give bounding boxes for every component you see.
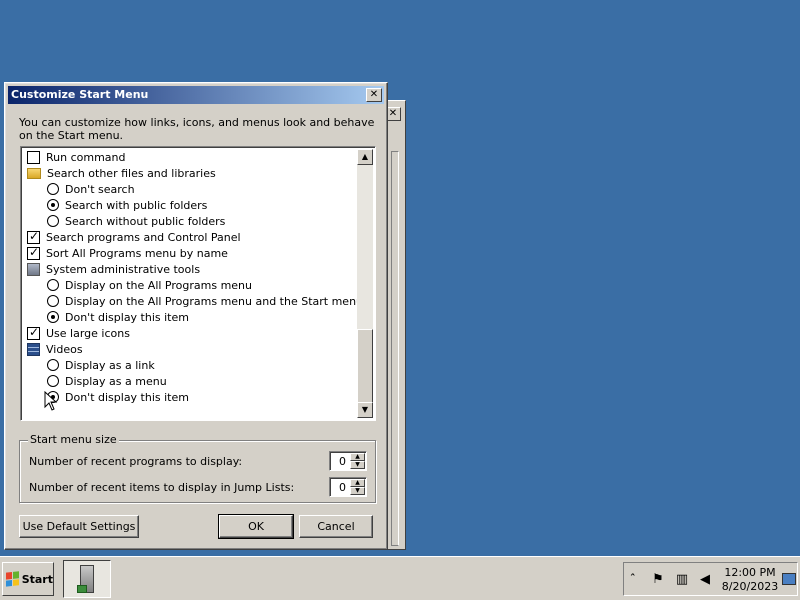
- radio-button[interactable]: [47, 279, 59, 291]
- arrow-up-icon: ▲: [361, 152, 369, 161]
- volume-muted-icon[interactable]: ◀: [697, 572, 713, 588]
- list-item-label: Videos: [46, 342, 83, 356]
- radio-item[interactable]: Search without public folders: [47, 213, 225, 229]
- radio-item[interactable]: Display as a link: [47, 357, 155, 373]
- list-item-label: Sort All Programs menu by name: [46, 246, 228, 260]
- list-item-label: Use large icons: [46, 326, 130, 340]
- background-dialog-panel: [391, 151, 399, 546]
- checkbox[interactable]: [27, 229, 40, 244]
- radio-button[interactable]: [47, 215, 59, 227]
- checkbox-item[interactable]: Search programs and Control Panel: [27, 229, 241, 245]
- action-center-flag-icon[interactable]: ⚑: [650, 572, 666, 588]
- radio-button[interactable]: [47, 183, 59, 195]
- radio-item[interactable]: Display on the All Programs menu and the…: [47, 293, 357, 309]
- taskbar-app-server-manager[interactable]: [63, 560, 111, 598]
- spin-up-button[interactable]: ▲: [350, 453, 365, 461]
- clock-time: 12:00 PM: [724, 566, 776, 579]
- folder-icon: [27, 167, 41, 179]
- checkbox[interactable]: [27, 245, 40, 260]
- options-list: Run command Search other files and librar…: [23, 149, 357, 418]
- radio-button[interactable]: [47, 295, 59, 307]
- start-button[interactable]: Start: [2, 562, 54, 596]
- checkbox[interactable]: [27, 150, 40, 164]
- recent-items-spinner[interactable]: 0 ▲ ▼: [329, 477, 367, 497]
- arrow-down-icon: ▼: [361, 405, 369, 414]
- radio-button[interactable]: [47, 199, 59, 211]
- list-item-label: Display on the All Programs menu: [65, 278, 252, 292]
- radio-item[interactable]: Don't display this item: [47, 309, 189, 325]
- customize-start-menu-dialog: Customize Start Menu ✕ You can customize…: [4, 82, 388, 550]
- radio-button[interactable]: [47, 359, 59, 371]
- group-title: Start menu size: [28, 433, 119, 446]
- list-item-label: Search with public folders: [65, 198, 208, 212]
- mouse-cursor-icon: [44, 391, 58, 411]
- radio-item[interactable]: Search with public folders: [47, 197, 207, 213]
- spin-down-button[interactable]: ▼: [350, 461, 365, 469]
- checkbox-item[interactable]: Use large icons: [27, 325, 130, 341]
- checkbox-item[interactable]: Run command: [27, 149, 126, 165]
- start-menu-size-group: Start menu size Number of recent program…: [19, 433, 376, 503]
- list-item-label: Don't search: [65, 182, 135, 196]
- network-icon[interactable]: ▥: [674, 572, 690, 588]
- checkbox[interactable]: [27, 325, 40, 340]
- scroll-up-button[interactable]: ▲: [357, 149, 373, 165]
- list-item-label: Display on the All Programs menu and the…: [65, 294, 357, 308]
- group-header: System administrative tools: [27, 261, 200, 277]
- use-default-settings-button[interactable]: Use Default Settings: [19, 515, 139, 538]
- list-item-label: Search without public folders: [65, 214, 226, 228]
- radio-item[interactable]: Display as a menu: [47, 373, 167, 389]
- recent-programs-spinner[interactable]: 0 ▲ ▼: [329, 451, 367, 471]
- radio-button[interactable]: [47, 311, 59, 323]
- dialog-description: You can customize how links, icons, and …: [19, 116, 375, 142]
- spin-up-button[interactable]: ▲: [350, 479, 365, 487]
- radio-item[interactable]: Display on the All Programs menu: [47, 277, 252, 293]
- checkbox-item[interactable]: Sort All Programs menu by name: [27, 245, 228, 261]
- clock[interactable]: 12:00 PM 8/20/2023: [720, 566, 780, 594]
- group-header: Search other files and libraries: [27, 165, 216, 181]
- list-scrollbar[interactable]: ▲ ▼: [357, 149, 373, 418]
- radio-item[interactable]: Don't display this item: [47, 389, 189, 405]
- title-bar[interactable]: Customize Start Menu ✕: [8, 86, 384, 104]
- close-button[interactable]: ✕: [366, 88, 382, 102]
- recent-items-value[interactable]: 0: [339, 481, 346, 494]
- list-item-label: Don't display this item: [65, 310, 189, 324]
- list-item-label: Display as a link: [65, 358, 155, 372]
- show-desktop-icon[interactable]: [782, 573, 796, 585]
- recent-programs-label: Number of recent programs to display:: [29, 455, 243, 468]
- options-listbox[interactable]: Run command Search other files and librar…: [20, 146, 376, 421]
- ok-button[interactable]: OK: [218, 514, 294, 539]
- server-manager-icon: [77, 565, 94, 593]
- taskbar: Start ˆ ⚑ ▥ ◀ 12:00 PM 8/20/2023: [0, 556, 800, 600]
- video-icon: [27, 342, 40, 356]
- list-item-label: System administrative tools: [46, 262, 201, 276]
- list-item-label: Don't display this item: [65, 390, 189, 404]
- dialog-title: Customize Start Menu: [11, 88, 149, 101]
- list-item-label: Search other files and libraries: [47, 166, 216, 180]
- spin-down-button[interactable]: ▼: [350, 487, 365, 495]
- clock-date: 8/20/2023: [721, 580, 779, 593]
- radio-button[interactable]: [47, 375, 59, 387]
- list-item-label: Run command: [46, 150, 126, 164]
- scroll-thumb[interactable]: [357, 329, 373, 403]
- tools-icon: [27, 262, 40, 276]
- radio-item[interactable]: Don't search: [47, 181, 135, 197]
- list-item-label: Search programs and Control Panel: [46, 230, 241, 244]
- system-tray: ˆ ⚑ ▥ ◀ 12:00 PM 8/20/2023: [623, 562, 798, 596]
- group-header: Videos: [27, 341, 83, 357]
- recent-programs-value[interactable]: 0: [339, 455, 346, 468]
- list-item-label: Display as a menu: [65, 374, 167, 388]
- close-icon: ✕: [369, 89, 379, 100]
- show-hidden-icons-button[interactable]: ˆ: [630, 572, 636, 585]
- recent-items-label: Number of recent items to display in Jum…: [29, 481, 295, 494]
- start-label: Start: [21, 572, 53, 586]
- scroll-down-button[interactable]: ▼: [357, 402, 373, 418]
- cancel-button[interactable]: Cancel: [299, 515, 373, 538]
- windows-logo-icon: [6, 571, 19, 587]
